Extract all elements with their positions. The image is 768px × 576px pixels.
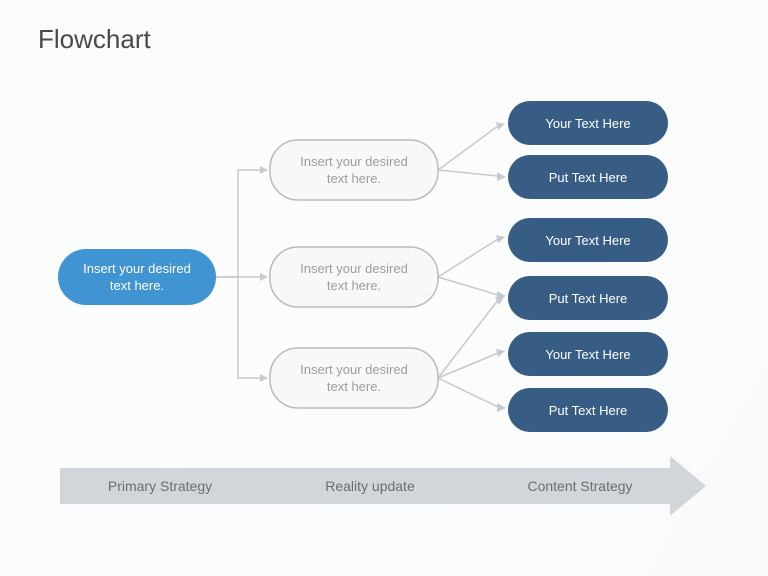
- mid-node-2-l2: text here.: [327, 379, 381, 394]
- connector-mid0-leaves: [438, 122, 506, 181]
- leaf-node-2: Your Text Here: [508, 218, 668, 262]
- axis-label-1: Reality update: [325, 478, 415, 494]
- mid-node-2-l1: Insert your desired: [300, 362, 408, 377]
- slide: Flowchart: [0, 0, 768, 576]
- leaf-node-4: Your Text Here: [508, 332, 668, 376]
- leaf-node-2-text: Your Text Here: [545, 233, 630, 248]
- mid-node-0-l2: text here.: [327, 171, 381, 186]
- mid-node-2: Insert your desired text here.: [270, 348, 438, 408]
- root-node: Insert your desired text here.: [58, 249, 216, 305]
- mid-node-0-l1: Insert your desired: [300, 154, 408, 169]
- axis-label-2: Content Strategy: [527, 478, 632, 494]
- axis-arrow: Primary Strategy Reality update Content …: [60, 456, 706, 516]
- root-node-text-l1: Insert your desired: [83, 261, 191, 276]
- connector-mid2-leaves: [438, 297, 506, 412]
- root-node-text-l2: text here.: [110, 278, 164, 293]
- leaf-node-1: Put Text Here: [508, 155, 668, 199]
- leaf-node-0: Your Text Here: [508, 101, 668, 145]
- leaf-node-5: Put Text Here: [508, 388, 668, 432]
- connector-root-mid: [216, 166, 268, 382]
- mid-node-1-l2: text here.: [327, 278, 381, 293]
- leaf-node-1-text: Put Text Here: [549, 170, 628, 185]
- leaf-node-3-text: Put Text Here: [549, 291, 628, 306]
- leaf-node-3: Put Text Here: [508, 276, 668, 320]
- mid-node-1: Insert your desired text here.: [270, 247, 438, 307]
- leaf-node-0-text: Your Text Here: [545, 116, 630, 131]
- axis-label-0: Primary Strategy: [108, 478, 212, 494]
- leaf-node-5-text: Put Text Here: [549, 403, 628, 418]
- mid-node-1-l1: Insert your desired: [300, 261, 408, 276]
- mid-node-0: Insert your desired text here.: [270, 140, 438, 200]
- connector-mid1-leaves: [438, 235, 506, 300]
- leaf-node-4-text: Your Text Here: [545, 347, 630, 362]
- flowchart-canvas: Insert your desired text here. Insert yo…: [0, 0, 768, 576]
